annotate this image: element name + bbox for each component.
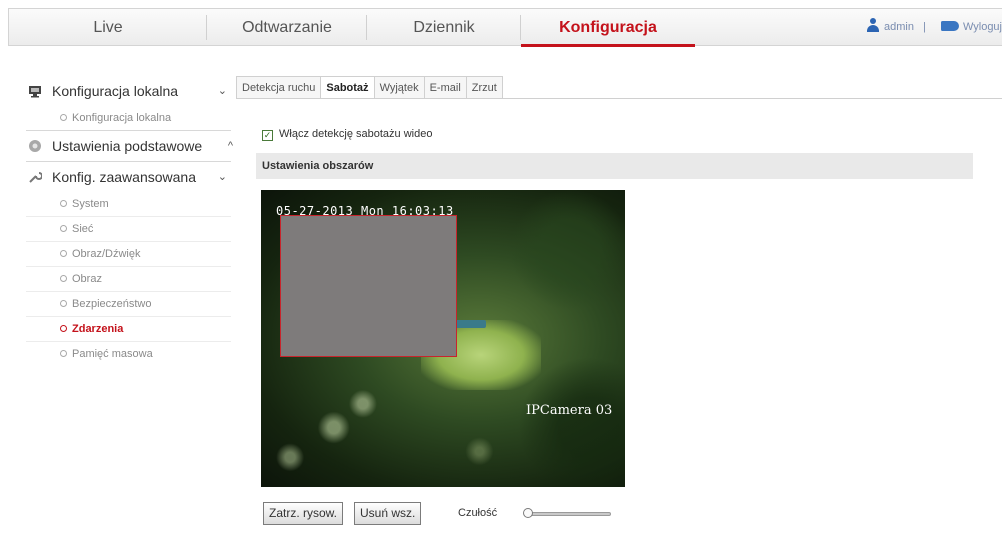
tab-playback[interactable]: Odtwarzanie xyxy=(207,9,367,46)
stop-drawing-button[interactable]: Zatrz. rysow. xyxy=(263,502,344,525)
wrench-icon xyxy=(29,172,42,183)
sidebar-item-network[interactable]: Sieć xyxy=(26,217,231,242)
chevron-up-icon[interactable]: ^ xyxy=(228,131,233,161)
logout-icon[interactable] xyxy=(940,21,959,31)
clear-all-button[interactable]: Usuń wsz. xyxy=(354,502,422,525)
sidebar-item-storage[interactable]: Pamięć masowa xyxy=(26,342,231,366)
gear-icon xyxy=(29,140,41,152)
sensitivity-slider[interactable] xyxy=(523,508,611,518)
area-settings-header: Ustawienia obszarów xyxy=(256,153,973,179)
sidebar-item-image[interactable]: Obraz xyxy=(26,267,231,292)
user-box: admin | Wyloguj xyxy=(866,9,1002,46)
sidebar-section-label: Konfiguracja lokalna xyxy=(52,83,179,99)
sensitivity-label: Czułość xyxy=(458,507,498,519)
tab-snapshot[interactable]: Zrzut xyxy=(465,76,503,98)
sidebar-section-local-config[interactable]: Konfiguracja lokalna ⌄ xyxy=(26,76,231,106)
sidebar-item-system[interactable]: System xyxy=(26,192,231,217)
sidebar: Konfiguracja lokalna ⌄ Konfiguracja loka… xyxy=(26,76,233,366)
video-preview[interactable]: 05-27-2013 Mon 16:03:13 IPCamera 03 xyxy=(261,190,625,487)
enable-tamper-label: Włącz detekcję sabotażu wideo xyxy=(279,128,433,140)
tab-email[interactable]: E-mail xyxy=(423,76,467,98)
monitor-icon xyxy=(29,86,41,98)
enable-tamper-checkbox[interactable]: ✓ xyxy=(262,130,273,141)
username: admin xyxy=(884,21,914,33)
logout-link[interactable]: Wyloguj xyxy=(963,21,1002,33)
chevron-down-icon[interactable]: ⌄ xyxy=(218,76,227,106)
sensitivity-slider-thumb[interactable] xyxy=(523,508,533,518)
tab-divider xyxy=(236,98,1002,99)
tab-motion-detection[interactable]: Detekcja ruchu xyxy=(236,76,322,98)
osd-camera-name: IPCamera 03 xyxy=(526,403,613,418)
sidebar-section-label: Ustawienia podstawowe xyxy=(52,138,203,154)
tab-exception[interactable]: Wyjątek xyxy=(373,76,425,98)
tab-tamper[interactable]: Sabotaż xyxy=(320,76,375,98)
sidebar-section-advanced-config[interactable]: Konfig. zaawansowana ⌄ xyxy=(26,161,231,192)
user-icon xyxy=(866,18,880,32)
enable-tamper-row: ✓ Włącz detekcję sabotażu wideo xyxy=(262,128,432,141)
sidebar-item-security[interactable]: Bezpieczeństwo xyxy=(26,292,231,317)
sidebar-section-basic-settings[interactable]: Ustawienia podstawowe ^ xyxy=(26,130,233,161)
tamper-area-mask[interactable] xyxy=(280,215,457,357)
tab-log[interactable]: Dziennik xyxy=(367,9,521,46)
tab-live[interactable]: Live xyxy=(9,9,207,46)
event-subtabs: Detekcja ruchu Sabotaż Wyjątek E-mail Zrzut xyxy=(236,76,503,98)
tab-configuration[interactable]: Konfiguracja xyxy=(521,9,695,47)
sidebar-item-events[interactable]: Zdarzenia xyxy=(26,317,231,342)
sidebar-item-local-config[interactable]: Konfiguracja lokalna xyxy=(26,106,231,130)
main-content: Detekcja ruchu Sabotaż Wyjątek E-mail Zrzut … xyxy=(236,76,1002,538)
chevron-down-icon[interactable]: ⌄ xyxy=(218,162,227,192)
top-navigation: Live Odtwarzanie Dziennik Konfiguracja a… xyxy=(8,8,1002,47)
separator: | xyxy=(923,21,926,33)
sidebar-section-label: Konfig. zaawansowana xyxy=(52,169,196,185)
sidebar-item-video-audio[interactable]: Obraz/Dźwięk xyxy=(26,242,231,267)
